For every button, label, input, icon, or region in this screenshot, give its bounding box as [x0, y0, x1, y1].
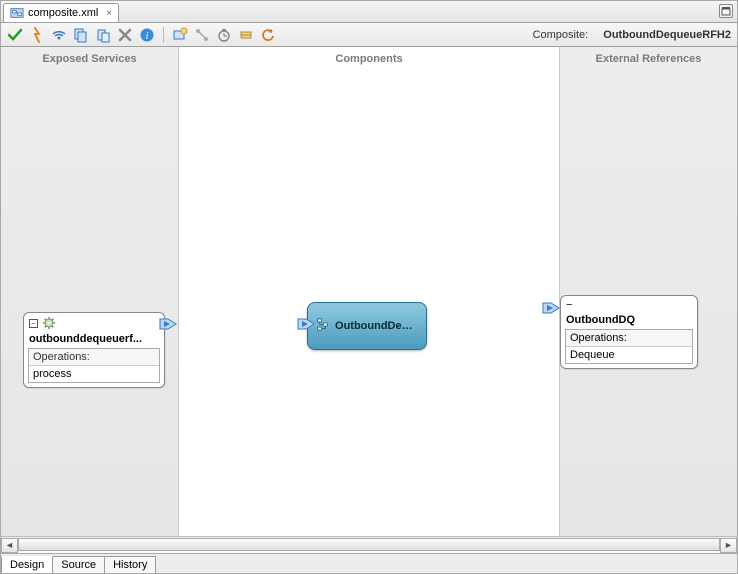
lane-components: Components OutboundDequeu...: [179, 47, 559, 553]
copy-icon[interactable]: [73, 27, 89, 43]
refresh-icon[interactable]: [260, 27, 276, 43]
lane-exposed-services: Exposed Services − outbounddequeuerf... …: [1, 47, 179, 553]
tab-design[interactable]: Design: [1, 556, 53, 573]
lane-title-services: Exposed Services: [1, 47, 178, 71]
horizontal-scrollbar[interactable]: ◄ ►: [1, 536, 737, 553]
toolbar-separator: [163, 27, 164, 43]
file-tab-bar: composite.xml ×: [1, 1, 737, 23]
reference-operations-table: Operations: Dequeue: [565, 329, 693, 364]
composite-label: Composite:: [533, 29, 589, 41]
external-reference-node[interactable]: − OutboundDQ Operations: Dequeue: [560, 295, 698, 369]
design-canvas[interactable]: Exposed Services − outbounddequeuerf... …: [1, 47, 737, 553]
paste-icon[interactable]: [95, 27, 111, 43]
scroll-track[interactable]: [18, 538, 720, 553]
exposed-service-node[interactable]: − outbounddequeuerf... Operations: proce…: [23, 312, 165, 388]
service-name: outbounddequeuerf...: [24, 333, 164, 348]
editor-root: composite.xml × i Composite: OutboundDeq…: [0, 0, 738, 574]
collapse-toggle-icon[interactable]: −: [29, 319, 38, 328]
bpel-process-icon: [316, 318, 329, 334]
toolbar: i Composite: OutboundDequeueRFH2: [1, 23, 737, 47]
tab-source[interactable]: Source: [53, 556, 105, 573]
gear-icon: [42, 316, 56, 330]
scroll-right-arrow-icon[interactable]: ►: [720, 538, 737, 553]
reference-name: OutboundDQ: [561, 314, 697, 329]
restore-editor-button[interactable]: [719, 4, 733, 18]
component-input-port[interactable]: [297, 315, 315, 333]
close-tab-icon[interactable]: ×: [106, 8, 112, 19]
mediator-icon[interactable]: [238, 27, 254, 43]
reference-operation-row[interactable]: Dequeue: [566, 347, 692, 363]
scroll-thumb[interactable]: [18, 538, 720, 551]
collapse-toggle-icon[interactable]: −: [566, 299, 572, 311]
service-operations-table: Operations: process: [28, 348, 160, 383]
service-operation-row[interactable]: process: [29, 366, 159, 382]
reference-input-port[interactable]: [542, 299, 560, 317]
service-interface-port[interactable]: [159, 315, 177, 333]
lane-external-references: External References − OutboundDQ Operati…: [559, 47, 737, 553]
test-icon[interactable]: [29, 27, 45, 43]
lane-title-references: External References: [560, 47, 737, 71]
scroll-left-arrow-icon[interactable]: ◄: [1, 538, 18, 553]
composite-name: OutboundDequeueRFH2: [603, 29, 731, 41]
file-tab-composite[interactable]: composite.xml ×: [3, 3, 119, 22]
new-component-icon[interactable]: [172, 27, 188, 43]
service-operations-header: Operations:: [29, 349, 159, 366]
validate-icon[interactable]: [7, 27, 23, 43]
tab-history[interactable]: History: [105, 556, 156, 573]
wire-icon[interactable]: [194, 27, 210, 43]
delete-icon[interactable]: [117, 27, 133, 43]
svg-text:i: i: [146, 31, 149, 42]
timer-icon[interactable]: [216, 27, 232, 43]
sensor-icon[interactable]: [51, 27, 67, 43]
reference-operations-header: Operations:: [566, 330, 692, 347]
bpel-component-node[interactable]: OutboundDequeu...: [307, 302, 427, 350]
file-tab-label: composite.xml: [28, 7, 98, 19]
lane-title-components: Components: [179, 47, 559, 71]
editor-bottom-tabs: Design Source History: [1, 553, 737, 573]
composite-file-icon: [10, 6, 24, 20]
info-icon[interactable]: i: [139, 27, 155, 43]
component-name: OutboundDequeu...: [335, 320, 418, 332]
